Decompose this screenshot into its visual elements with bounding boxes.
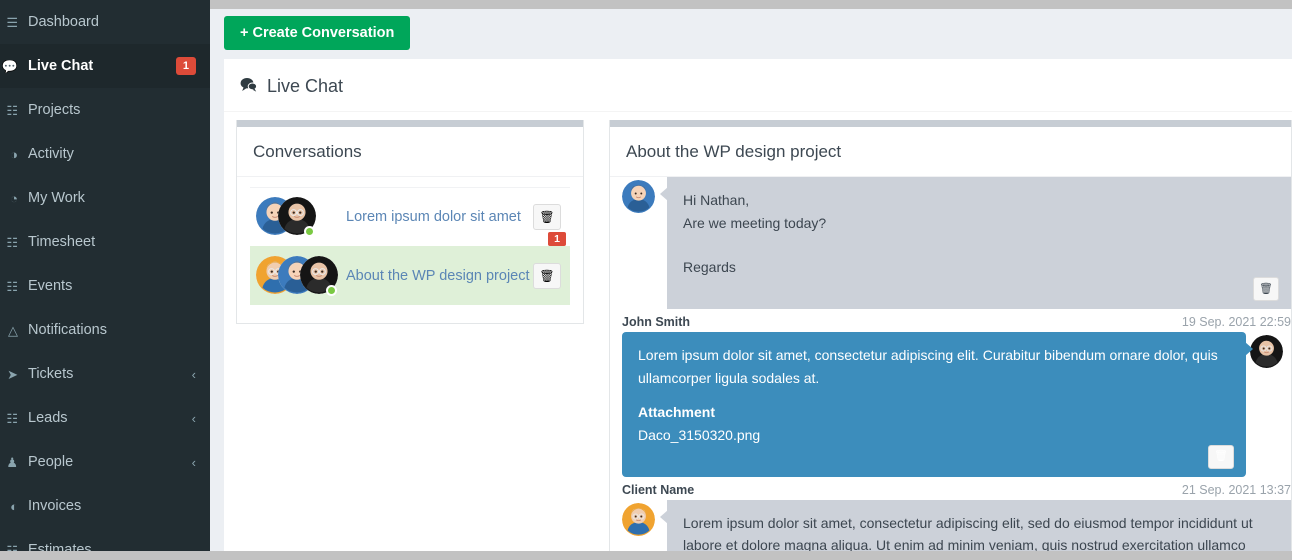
page-header: Live Chat: [224, 62, 1292, 112]
sidebar-item-label: Activity: [28, 146, 74, 162]
chevron-left-icon: ‹: [191, 366, 196, 382]
sidebar-item-tickets[interactable]: ➤ Tickets ‹: [0, 352, 210, 396]
message-bubble: Lorem ipsum dolor sit amet, consectetur …: [622, 332, 1253, 477]
sidebar-item-label: Tickets: [28, 366, 74, 382]
sidebar-item-label: Timesheet: [28, 234, 96, 250]
timesheet-icon: ☷: [6, 235, 18, 249]
conversation-avatars: [256, 256, 342, 296]
conversation-title-link[interactable]: Lorem ipsum dolor sit amet: [342, 209, 530, 225]
sidebar-item-label: Events: [28, 278, 73, 294]
conversations-list: Lorem ipsum dolor sit amet 🗑 1 About the…: [237, 177, 583, 323]
live-chat-page-card: Live Chat Conversations Lorem ipsum dolo…: [224, 59, 1292, 560]
sidebar-item-label: Leads: [28, 410, 68, 426]
sidebar-item-label: Live Chat: [28, 58, 94, 74]
my-work-icon: ◔: [10, 191, 18, 205]
page-horizontal-scrollbar-top[interactable]: [210, 0, 1292, 9]
message-avatar: [622, 502, 655, 536]
events-icon: ☷: [6, 279, 18, 293]
chat-scrollbar[interactable]: [610, 120, 1291, 127]
main-content: + Create Conversation Live Chat Conversa…: [210, 0, 1292, 560]
leads-icon: ☷: [6, 411, 18, 425]
message-text: Hi Nathan,: [683, 192, 750, 208]
message-author: Client Name: [622, 482, 695, 497]
chevron-left-icon: ‹: [191, 454, 196, 470]
message-bubble: Hi Nathan, Are we meeting today? Regards 🗑: [660, 177, 1291, 310]
app-root: ☰ Dashboard 💬 Live Chat 1 ☷ Projects ◑ Activity ◔…: [0, 0, 1292, 560]
projects-icon: ☷: [6, 103, 18, 117]
sidebar-item-label: Notifications: [28, 322, 107, 338]
message-timestamp: 21 Sep. 2021 13:37: [1181, 482, 1291, 497]
sidebar-item-timesheet[interactable]: ☷ Timesheet: [0, 220, 210, 264]
chat-card: About the WP design project Hi Nathan, Ar…: [609, 120, 1292, 560]
delete-conversation-button[interactable]: 🗑: [533, 263, 561, 289]
chevron-left-icon: ‹: [191, 410, 196, 426]
sidebar-item-notifications[interactable]: △ Notifications: [0, 308, 210, 352]
attachment-label: Attachment: [638, 404, 716, 421]
conversation-avatars: [256, 197, 342, 237]
attachment-filename[interactable]: Daco_3150320.png: [638, 424, 1230, 447]
delete-conversation-button[interactable]: 🗑: [533, 204, 561, 230]
sidebar-item-leads[interactable]: ☷ Leads ‹: [0, 396, 210, 440]
sidebar-item-label: Dashboard: [28, 14, 99, 30]
message-text: Lorem ipsum dolor sit amet, consectetur …: [638, 347, 1218, 386]
bell-icon: △: [8, 323, 18, 337]
invoices-icon: ◐: [10, 499, 18, 513]
activity-icon: ◑: [10, 147, 18, 161]
page-title: Live Chat: [267, 76, 344, 96]
online-status-dot: [326, 285, 337, 296]
speech-bubbles-icon: [240, 77, 258, 96]
conversation-row[interactable]: Lorem ipsum dolor sit amet 🗑 1: [250, 187, 570, 246]
chat-message: John Smith 19 Sep. 2021 22:59 Lorem ipsum…: [610, 309, 1291, 477]
conversation-actions: 🗑: [530, 263, 564, 289]
conversation-title-link[interactable]: About the WP design project: [342, 268, 530, 284]
toolbar: + Create Conversation: [210, 9, 1292, 59]
sidebar-item-live-chat[interactable]: 💬 Live Chat 1: [0, 44, 210, 88]
sidebar-item-activity[interactable]: ◑ Activity: [0, 132, 210, 176]
chat-icon: 💬: [1, 59, 18, 73]
conversations-header: Conversations: [237, 127, 583, 177]
panes: Conversations Lorem ipsum dolor sit amet…: [224, 112, 1292, 560]
message-meta: Client Name 21 Sep. 2021 13:37: [610, 477, 1291, 500]
message-row: Lorem ipsum dolor sit amet, consectetur …: [610, 332, 1291, 477]
message-author: John Smith: [622, 315, 691, 330]
sidebar-item-label: People: [28, 454, 74, 470]
message-row: Hi Nathan, Are we meeting today? Regards 🗑: [610, 177, 1291, 310]
page-horizontal-scrollbar-bottom[interactable]: [0, 551, 1292, 560]
tickets-icon: ➤: [7, 367, 18, 381]
conversation-actions: 🗑 1: [530, 204, 566, 246]
sidebar-item-my-work[interactable]: ◔ My Work: [0, 176, 210, 220]
sidebar-item-events[interactable]: ☷ Events: [0, 264, 210, 308]
delete-message-button[interactable]: 🗑: [1253, 277, 1279, 302]
chat-title: About the WP design project: [610, 127, 1291, 177]
message-meta: John Smith 19 Sep. 2021 22:59: [610, 309, 1291, 332]
main-sidebar: ☰ Dashboard 💬 Live Chat 1 ☷ Projects ◑ Activity ◔…: [0, 0, 210, 560]
chat-messages-list: Hi Nathan, Are we meeting today? Regards 🗑 J…: [610, 177, 1291, 559]
sidebar-item-label: My Work: [28, 190, 85, 206]
message-avatar: [1250, 335, 1283, 369]
dashboard-icon: ☰: [6, 15, 18, 29]
sidebar-item-label: Invoices: [28, 498, 82, 514]
sidebar-item-projects[interactable]: ☷ Projects: [0, 88, 210, 132]
message-timestamp: 19 Sep. 2021 22:59: [1181, 315, 1291, 330]
message-avatar: [622, 180, 655, 213]
message-closing: Regards: [683, 259, 736, 276]
conversation-unread-badge: 1: [548, 232, 566, 246]
conversations-card: Conversations Lorem ipsum dolor sit amet…: [236, 120, 584, 324]
online-status-dot: [304, 226, 315, 237]
sidebar-item-invoices[interactable]: ◐ Invoices: [0, 484, 210, 528]
sidebar-item-dashboard[interactable]: ☰ Dashboard: [0, 0, 210, 44]
sidebar-item-label: Projects: [28, 102, 81, 118]
people-icon: ♟: [6, 455, 18, 469]
conversation-row[interactable]: About the WP design project 🗑: [250, 246, 570, 305]
conversations-scrollbar[interactable]: [237, 120, 583, 127]
message-text: Are we meeting today?: [683, 214, 827, 231]
sidebar-item-people[interactable]: ♟ People ‹: [0, 440, 210, 484]
chat-message: Client Name 21 Sep. 2021 13:37 Lorem ipsu…: [610, 477, 1291, 559]
create-conversation-button[interactable]: + Create Conversation: [224, 16, 411, 50]
chat-message: Hi Nathan, Are we meeting today? Regards 🗑: [610, 177, 1291, 310]
sidebar-item-badge: 1: [175, 56, 196, 76]
delete-message-button[interactable]: 🗑: [1208, 444, 1234, 469]
